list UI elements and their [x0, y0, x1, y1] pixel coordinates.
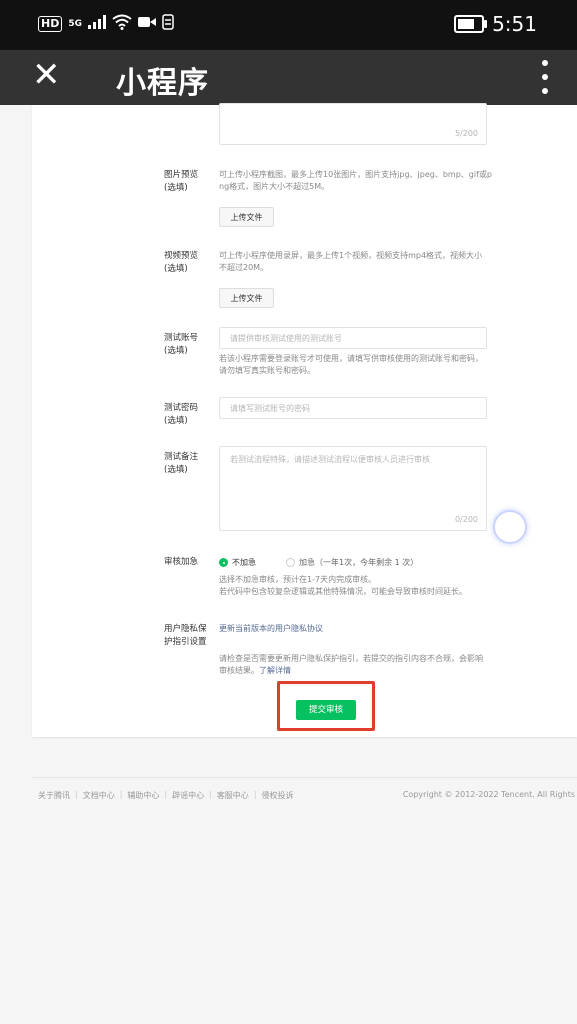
privacy-learn-more-link[interactable]: 了解详情: [259, 666, 291, 675]
test-notes-textarea[interactable]: 若测试流程特殊，请描述测试流程以便审核人员进行审核 0/200: [219, 446, 487, 531]
submit-review-button[interactable]: 提交审核: [296, 700, 356, 720]
status-bar: HD 5G 5:51: [0, 0, 577, 50]
status-right: 5:51: [454, 12, 537, 36]
video-camera-icon: [138, 16, 156, 32]
app-bar: ✕ 小程序: [0, 50, 577, 105]
clock: 5:51: [492, 12, 537, 36]
hd-badge: HD: [38, 16, 63, 32]
footer-link-rumor[interactable]: 辟谣中心: [172, 790, 204, 801]
network-indicator: 5G: [68, 19, 82, 29]
signal-icon: [88, 15, 106, 33]
radio-normal-label[interactable]: 不加急: [232, 557, 256, 568]
test-password-placeholder: 请填写测试账号的密码: [230, 404, 310, 413]
test-account-input[interactable]: 请提供审核测试使用的测试账号: [219, 327, 487, 349]
loading-spinner-icon: [493, 510, 527, 544]
form-card: 5/200 图片预览 (选填) 可上传小程序截图，最多上传10张图片，图片支持j…: [32, 103, 577, 737]
privacy-hint: 请检查是否需要更新用户隐私保护指引，若提交的指引内容不合规，会影响 审核结果。了…: [219, 641, 483, 677]
review-speed-label: 审核加急: [164, 557, 199, 567]
image-preview-label: 图片预览 (选填): [164, 170, 199, 193]
footer-link-docs[interactable]: 文档中心: [83, 790, 115, 801]
footer-link-help[interactable]: 辅助中心: [127, 790, 159, 801]
description-counter: 5/200: [454, 129, 478, 138]
test-password-label: 测试密码 (选填): [164, 403, 199, 426]
copyright: Copyright © 2012-2022 Tencent. All Right…: [402, 790, 575, 799]
test-notes-placeholder: 若测试流程特殊，请描述测试流程以便审核人员进行审核: [230, 455, 430, 464]
test-account-placeholder: 请提供审核测试使用的测试账号: [230, 334, 342, 343]
test-password-input[interactable]: 请填写测试账号的密码: [219, 397, 487, 419]
status-left: HD 5G: [38, 14, 174, 34]
video-preview-label: 视频预览 (选填): [164, 251, 199, 274]
test-account-hint: 若该小程序需要登录账号才可使用，请填写供审核使用的测试账号和密码， 请勿填写真实…: [219, 354, 483, 375]
page-title: 小程序: [116, 66, 209, 101]
review-speed-hint: 选择不加急审核，预计在1-7天内完成审核。 若代码中包含较复杂逻辑或其他特殊情况…: [219, 575, 467, 596]
test-account-label: 测试账号 (选填): [164, 333, 199, 356]
description-textarea[interactable]: 5/200: [219, 103, 487, 145]
wifi-icon: [112, 14, 132, 34]
footer-links: 关于腾讯 | 文档中心 | 辅助中心 | 辟谣中心 | 客服中心 | 侵权投诉: [38, 790, 294, 801]
upload-image-button[interactable]: 上传文件: [219, 207, 274, 227]
footer-link-service[interactable]: 客服中心: [217, 790, 249, 801]
image-preview-hint: 可上传小程序截图，最多上传10张图片，图片支持jpg、jpeg、bmp、gif或…: [219, 170, 493, 191]
video-preview-hint: 可上传小程序使用录屏，最多上传1个视频，视频支持mp4格式，视频大小 不超过20…: [219, 251, 483, 272]
upload-video-button[interactable]: 上传文件: [219, 288, 274, 308]
test-notes-label: 测试备注 (选填): [164, 452, 199, 475]
footer-divider: [32, 777, 577, 778]
radio-urgent-label[interactable]: 加急（一年1次，今年剩余 1 次）: [299, 557, 418, 568]
close-icon[interactable]: ✕: [32, 58, 61, 92]
more-vertical-icon[interactable]: [541, 60, 549, 94]
test-notes-counter: 0/200: [454, 515, 478, 524]
privacy-update-link[interactable]: 更新当前版本的用户隐私协议: [219, 623, 323, 635]
review-speed-options: 不加急 加急（一年1次，今年剩余 1 次）: [219, 557, 418, 568]
battery-icon: [454, 15, 488, 33]
radio-normal[interactable]: [219, 558, 228, 567]
app-notification-icon: [162, 14, 174, 34]
footer-link-about[interactable]: 关于腾讯: [38, 790, 70, 801]
privacy-label: 用户隐私保 护指引设置: [164, 624, 207, 647]
radio-urgent[interactable]: [286, 558, 295, 567]
footer-link-complaint[interactable]: 侵权投诉: [262, 790, 294, 801]
